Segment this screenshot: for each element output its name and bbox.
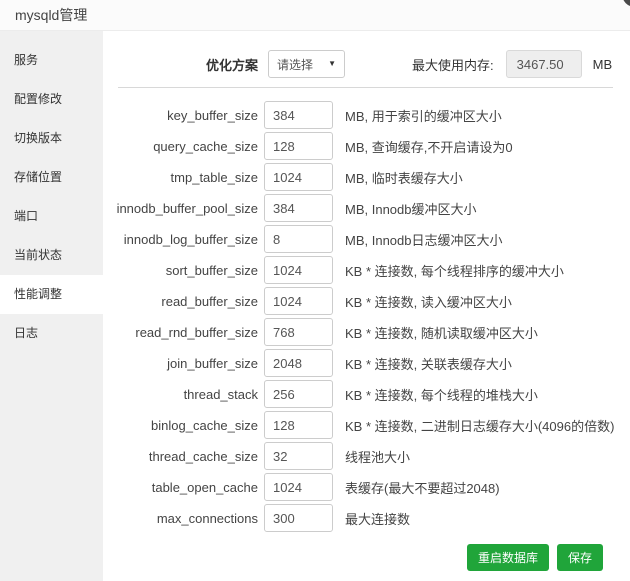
sidebar-item-label: 当前状态 [14,248,63,262]
field-hint: KB * 连接数, 关联表缓存大小 [345,356,512,372]
field-hint: MB, 查询缓存,不开启请设为0 [345,139,513,155]
form-row: read_buffer_size KB * 连接数, 读入缓冲区大小 [103,287,630,315]
field-label: thread_stack [183,386,258,402]
form-row: innodb_log_buffer_size MB, Innodb日志缓冲区大小 [103,225,630,253]
field-label: join_buffer_size [167,355,258,371]
sidebar-list: 服务 配置修改 切换版本 存储位置 端口 当前状态 性能调整 日志 [0,41,103,353]
field-hint: MB, 临时表缓存大小 [345,170,463,186]
form-row: key_buffer_size MB, 用于索引的缓冲区大小 [103,101,630,129]
field-hint: KB * 连接数, 读入缓冲区大小 [345,294,512,310]
form-row: table_open_cache 表缓存(最大不要超过2048) [103,473,630,501]
field-label: max_connections [156,510,258,526]
form-row: thread_stack KB * 连接数, 每个线程的堆栈大小 [103,380,630,408]
field-hint: 线程池大小 [345,449,411,465]
settings-form: key_buffer_size MB, 用于索引的缓冲区大小 query_cac… [103,101,630,532]
read_buffer_size-input[interactable] [264,287,333,315]
field-hint: MB, Innodb缓冲区大小 [345,201,477,217]
max-memory-unit: MB [592,56,613,72]
field-hint: MB, Innodb日志缓冲区大小 [345,232,503,248]
sidebar-item-port[interactable]: 端口 [0,197,103,236]
field-hint: 最大连接数 [345,511,411,527]
max_connections-input[interactable] [264,504,333,532]
sidebar-item-service[interactable]: 服务 [0,41,103,80]
thread_stack-input[interactable] [264,380,333,408]
chevron-down-icon: ▼ [328,59,336,68]
field-hint: KB * 连接数, 每个线程排序的缓冲大小 [345,263,564,279]
field-label: sort_buffer_size [165,262,258,278]
table_open_cache-input[interactable] [264,473,333,501]
field-label: read_rnd_buffer_size [135,324,258,340]
toolbar: 优化方案 请选择 ▼ 最大使用内存: MB [103,50,630,78]
form-row: join_buffer_size KB * 连接数, 关联表缓存大小 [103,349,630,377]
field-label: innodb_log_buffer_size [123,231,258,247]
form-row: tmp_table_size MB, 临时表缓存大小 [103,163,630,191]
field-label: query_cache_size [153,138,258,154]
query_cache_size-input[interactable] [264,132,333,160]
sidebar-item-label: 日志 [14,326,39,340]
sidebar-item-logs[interactable]: 日志 [0,314,103,353]
sidebar-item-switch-version[interactable]: 切换版本 [0,119,103,158]
form-row: innodb_buffer_pool_size MB, Innodb缓冲区大小 [103,194,630,222]
field-label: binlog_cache_size [151,417,258,433]
field-label: key_buffer_size [167,107,258,123]
sidebar-item-config-edit[interactable]: 配置修改 [0,80,103,119]
form-row: binlog_cache_size KB * 连接数, 二进制日志缓存大小(40… [103,411,630,439]
sidebar-item-label: 存储位置 [14,170,63,184]
footer-actions: 重启数据库 保存 [466,544,603,571]
form-row: read_rnd_buffer_size KB * 连接数, 随机读取缓冲区大小 [103,318,630,346]
divider [118,87,613,88]
field-hint: 表缓存(最大不要超过2048) [345,480,500,496]
field-label: thread_cache_size [148,448,258,464]
field-hint: KB * 连接数, 每个线程的堆栈大小 [345,387,538,403]
window-titlebar: mysqld管理 [0,0,630,31]
field-hint: KB * 连接数, 二进制日志缓存大小(4096的倍数) [345,418,615,434]
form-row: sort_buffer_size KB * 连接数, 每个线程排序的缓冲大小 [103,256,630,284]
save-button[interactable]: 保存 [556,544,603,571]
field-label: innodb_buffer_pool_size [116,200,258,216]
sidebar-item-storage-location[interactable]: 存储位置 [0,158,103,197]
sidebar-item-performance-tuning[interactable]: 性能调整 [0,275,103,314]
binlog_cache_size-input[interactable] [264,411,333,439]
thread_cache_size-input[interactable] [264,442,333,470]
innodb_buffer_pool_size-input[interactable] [264,194,333,222]
sidebar-item-label: 配置修改 [14,92,63,106]
sidebar-item-label: 端口 [14,209,39,223]
form-row: thread_cache_size 线程池大小 [103,442,630,470]
join_buffer_size-input[interactable] [264,349,333,377]
sidebar-item-current-status[interactable]: 当前状态 [0,236,103,275]
max-memory-label: 最大使用内存: [412,57,494,73]
max-memory-input [505,50,582,78]
field-label: table_open_cache [151,479,258,495]
field-label: tmp_table_size [170,169,258,185]
key_buffer_size-input[interactable] [264,101,333,129]
innodb_log_buffer_size-input[interactable] [264,225,333,253]
main-panel: 优化方案 请选择 ▼ 最大使用内存: MB key_buffer_size MB… [103,31,630,581]
optimization-plan-selected-value: 请选择 [277,57,314,72]
field-hint: KB * 连接数, 随机读取缓冲区大小 [345,325,538,341]
optimization-plan-label: 优化方案 [205,57,258,73]
page-title: mysqld管理 [15,7,88,23]
restart-database-button[interactable]: 重启数据库 [466,544,549,571]
form-row: max_connections 最大连接数 [103,504,630,532]
read_rnd_buffer_size-input[interactable] [264,318,333,346]
optimization-plan-select[interactable]: 请选择 ▼ [268,50,345,78]
sidebar-item-label: 切换版本 [14,131,63,145]
sidebar-item-label: 服务 [14,53,39,67]
sidebar-item-label: 性能调整 [14,287,63,301]
tmp_table_size-input[interactable] [264,163,333,191]
form-row: query_cache_size MB, 查询缓存,不开启请设为0 [103,132,630,160]
sidebar: 服务 配置修改 切换版本 存储位置 端口 当前状态 性能调整 日志 [0,31,103,581]
sort_buffer_size-input[interactable] [264,256,333,284]
field-label: read_buffer_size [161,293,258,309]
field-hint: MB, 用于索引的缓冲区大小 [345,108,502,124]
